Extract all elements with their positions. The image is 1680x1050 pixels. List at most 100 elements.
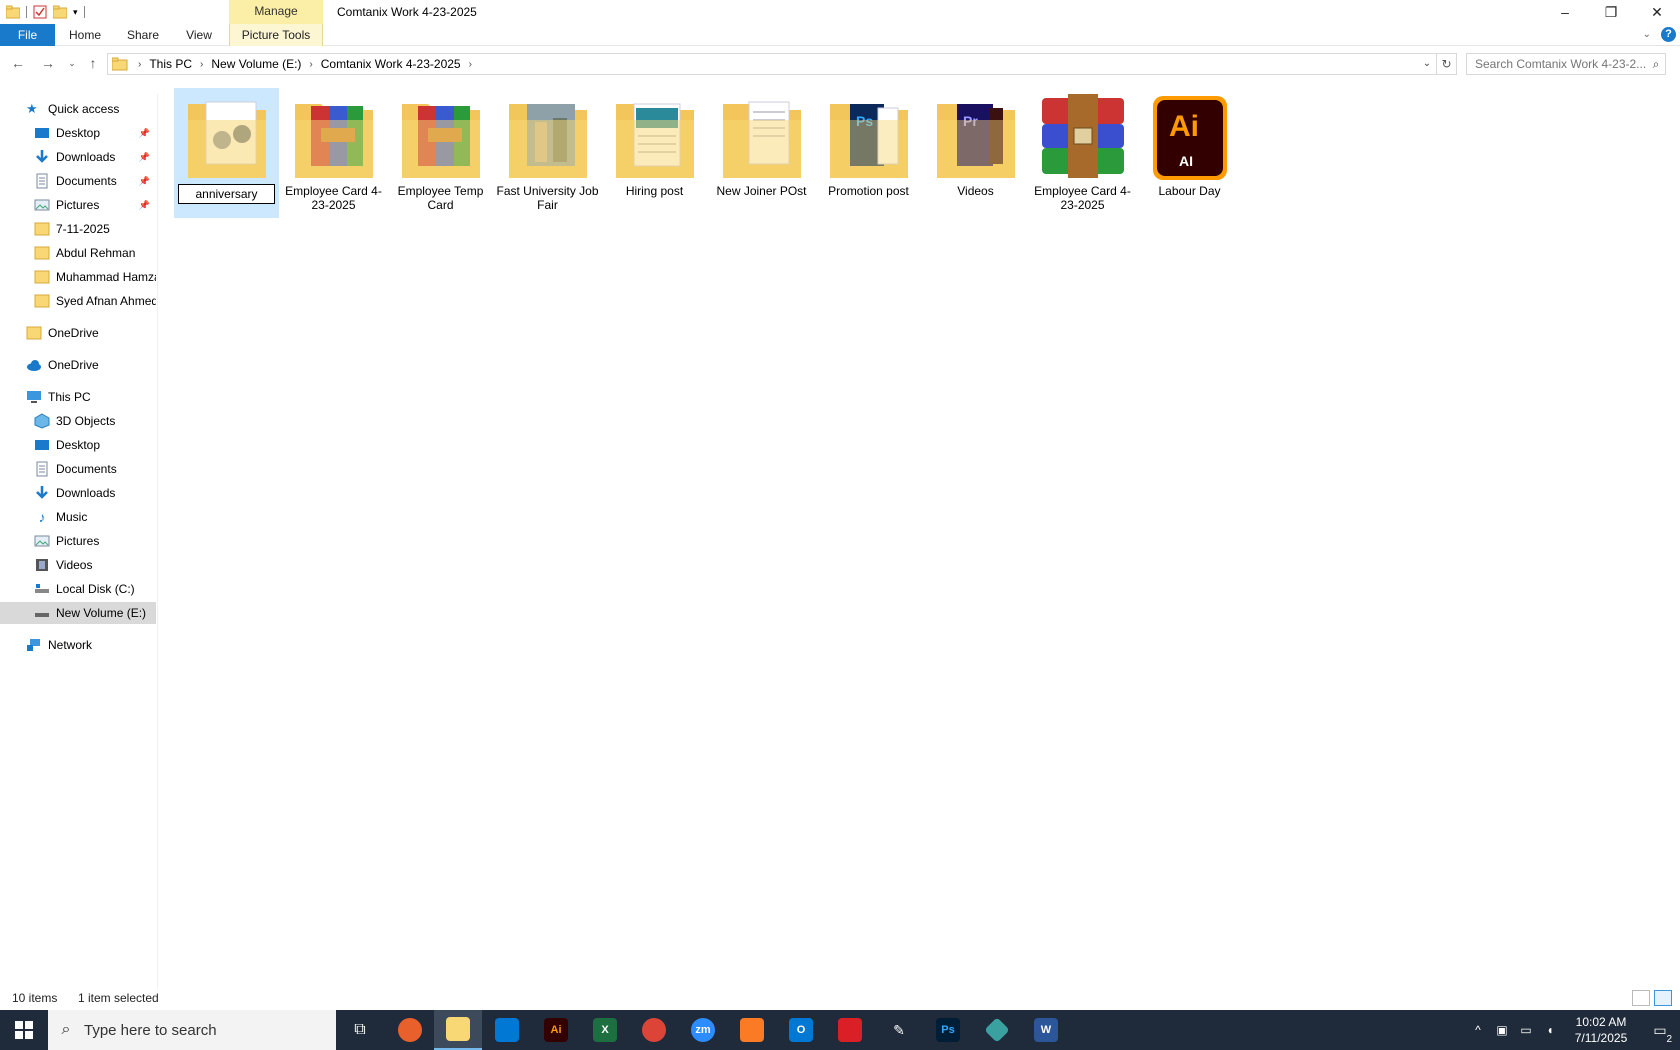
sidebar-item-label: Videos (56, 558, 93, 572)
details-view-icon[interactable] (1632, 990, 1650, 1006)
window-title: Comtanix Work 4-23-2025 (337, 5, 477, 19)
task-view-button[interactable]: ⧉ (336, 1010, 384, 1050)
expand-ribbon-icon[interactable]: ⌄ (1643, 29, 1651, 40)
file-item[interactable]: anniversary (174, 88, 279, 218)
pin-icon[interactable]: 📌 (139, 152, 150, 163)
vscode-taskbar-button[interactable] (483, 1010, 531, 1050)
file-item[interactable]: Employee Card 4-23-2025 (1030, 88, 1135, 218)
firefox-taskbar-button[interactable] (386, 1010, 434, 1050)
folder-icon[interactable] (6, 5, 20, 19)
network-icon[interactable]: ▭ (1514, 1023, 1538, 1037)
sidebar-item-downloads[interactable]: Downloads 📌 (0, 146, 156, 168)
pin-icon[interactable]: 📌 (139, 128, 150, 139)
pin-icon[interactable]: 📌 (139, 176, 150, 187)
breadcrumb-chevron-icon[interactable]: › (136, 59, 143, 70)
tab-picture-tools[interactable]: Picture Tools (229, 24, 323, 46)
pen-tool-taskbar-button[interactable]: ✎ (875, 1010, 923, 1050)
file-item[interactable]: Ps Promotion post (816, 88, 921, 218)
sidebar-item-local-disk[interactable]: Local Disk (C:) (0, 578, 156, 600)
illustrator-taskbar-button[interactable]: Ai (532, 1010, 580, 1050)
sidebar-item-new-volume[interactable]: New Volume (E:) (0, 602, 156, 624)
xampp-taskbar-button[interactable] (728, 1010, 776, 1050)
notification-center-icon[interactable]: ▭ 2 (1640, 1022, 1680, 1045)
sidebar-item-folder[interactable]: Abdul Rehman (0, 242, 156, 264)
sidebar-item-pictures[interactable]: Pictures 📌 (0, 194, 156, 216)
start-button[interactable] (0, 1010, 48, 1050)
app-taskbar-button[interactable] (973, 1010, 1021, 1050)
tab-share[interactable]: Share (118, 24, 168, 46)
title-bar: ▾ Manage Comtanix Work 4-23-2025 – ❐ ✕ (0, 0, 1680, 24)
address-dropdown-icon[interactable]: ⌄ (1418, 54, 1436, 74)
back-arrow-icon[interactable]: ← (8, 53, 28, 73)
sidebar-item-videos[interactable]: Videos (0, 554, 156, 576)
illustrator-icon: Ai (544, 1018, 568, 1042)
taskbar-search[interactable]: ⌕ Type here to search (48, 1010, 336, 1050)
restore-button[interactable]: ❐ (1588, 0, 1634, 24)
word-taskbar-button[interactable]: W (1022, 1010, 1070, 1050)
outlook-taskbar-button[interactable]: O (777, 1010, 825, 1050)
refresh-icon[interactable]: ↻ (1437, 53, 1457, 75)
sidebar-item-folder[interactable]: 7-11-2025 (0, 218, 156, 240)
sidebar-item-desktop[interactable]: Desktop 📌 (0, 122, 156, 144)
tab-view[interactable]: View (175, 24, 223, 46)
close-button[interactable]: ✕ (1634, 0, 1680, 24)
sidebar-item-desktop[interactable]: Desktop (0, 434, 156, 456)
sidebar-item-quick-access[interactable]: ★ Quick access (0, 98, 156, 120)
customize-toolbar-icon[interactable]: ▾ (73, 7, 78, 18)
breadcrumb-chevron-icon[interactable]: › (198, 59, 205, 70)
file-item[interactable]: Hiring post (602, 88, 707, 218)
large-icons-view-icon[interactable] (1654, 990, 1672, 1006)
file-item[interactable]: Pr Videos (923, 88, 1028, 218)
creative-cloud-taskbar-button[interactable] (826, 1010, 874, 1050)
file-item[interactable]: Employee Temp Card (388, 88, 493, 218)
tab-file[interactable]: File (0, 24, 55, 46)
search-input[interactable] (1475, 57, 1647, 71)
recent-locations-chevron-icon[interactable]: ⌄ (62, 53, 82, 73)
forward-arrow-icon[interactable]: → (38, 53, 58, 73)
file-item[interactable]: Ai AI Labour Day (1137, 88, 1242, 218)
photoshop-taskbar-button[interactable]: Ps (924, 1010, 972, 1050)
chrome-taskbar-button[interactable] (630, 1010, 678, 1050)
minimize-button[interactable]: – (1542, 0, 1588, 24)
sidebar-item-network[interactable]: Network (0, 634, 156, 656)
excel-taskbar-button[interactable]: X (581, 1010, 629, 1050)
sidebar-item-folder[interactable]: Muhammad Hamza (0, 266, 156, 288)
file-item[interactable]: Fast University Job Fair (495, 88, 600, 218)
sidebar-item-pictures[interactable]: Pictures (0, 530, 156, 552)
sidebar-item-onedrive-folder[interactable]: OneDrive (0, 322, 156, 344)
new-folder-icon[interactable] (53, 5, 67, 19)
address-bar[interactable]: › This PC › New Volume (E:) › Comtanix W… (107, 53, 1437, 75)
document-icon (36, 173, 48, 189)
help-icon[interactable]: ? (1661, 27, 1676, 42)
breadcrumb-new-volume[interactable]: New Volume (E:) (205, 57, 307, 71)
sidebar-item-music[interactable]: ♪ Music (0, 506, 156, 528)
zoom-taskbar-button[interactable]: zm (679, 1010, 727, 1050)
file-item[interactable]: Employee Card 4-23-2025 (281, 88, 386, 218)
sidebar-item-downloads[interactable]: Downloads (0, 482, 156, 504)
file-explorer-taskbar-button[interactable] (434, 1010, 482, 1050)
up-arrow-icon[interactable]: ↑ (83, 53, 103, 73)
show-hidden-icons-chevron-icon[interactable]: ^ (1466, 1023, 1490, 1037)
sidebar-item-this-pc[interactable]: This PC (0, 386, 156, 408)
volume-icon[interactable]: ◖ (1538, 1023, 1562, 1037)
tab-home[interactable]: Home (62, 24, 108, 46)
breadcrumb-chevron-icon[interactable]: › (307, 59, 314, 70)
search-box[interactable]: ⌕ (1466, 53, 1666, 75)
clock[interactable]: 10:02 AM 7/11/2025 (1562, 1014, 1640, 1046)
file-name: Employee Card 4-23-2025 (285, 184, 382, 212)
properties-icon[interactable] (33, 5, 47, 19)
manage-context-tab[interactable]: Manage (229, 0, 323, 24)
clock-time: 10:02 AM (1575, 1015, 1627, 1029)
sidebar-item-folder[interactable]: Syed Afnan Ahmed (0, 290, 156, 312)
sidebar-item-documents[interactable]: Documents (0, 458, 156, 480)
file-item[interactable]: New Joiner POst (709, 88, 814, 218)
breadcrumb-this-pc[interactable]: This PC (143, 57, 198, 71)
rename-input[interactable]: anniversary (178, 184, 275, 204)
breadcrumb-current-folder[interactable]: Comtanix Work 4-23-2025 (315, 57, 467, 71)
sidebar-item-3d-objects[interactable]: 3D Objects (0, 410, 156, 432)
breadcrumb-chevron-icon[interactable]: › (467, 59, 474, 70)
sidebar-item-onedrive[interactable]: OneDrive (0, 354, 156, 376)
sidebar-item-documents[interactable]: Documents 📌 (0, 170, 156, 192)
pin-icon[interactable]: 📌 (139, 200, 150, 211)
tray-app-icon[interactable]: ▣ (1490, 1023, 1514, 1037)
